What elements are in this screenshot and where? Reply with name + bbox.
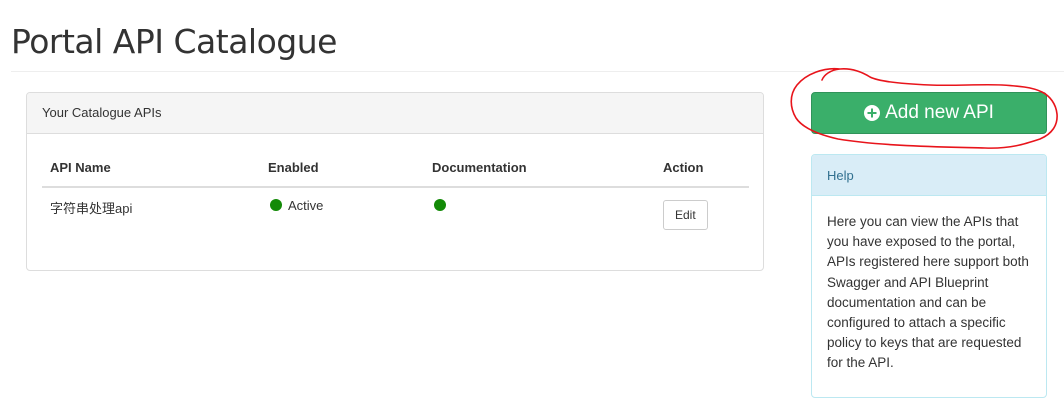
- column-header-enabled: Enabled: [260, 158, 424, 188]
- title-divider: [11, 71, 1064, 72]
- table-header-row: API Name Enabled Documentation Action: [42, 158, 749, 188]
- table-row: 字符串处理api Active Edit: [42, 187, 749, 240]
- edit-button[interactable]: Edit: [663, 200, 708, 230]
- add-new-api-button[interactable]: Add new API: [811, 92, 1047, 134]
- catalogue-panel: Your Catalogue APIs API Name Enabled Doc…: [26, 92, 764, 271]
- documentation-cell: [424, 187, 655, 240]
- help-panel-heading: Help: [812, 155, 1046, 196]
- plus-circle-icon: [864, 105, 881, 121]
- documentation-status-dot-icon: [434, 199, 446, 211]
- add-new-api-label: Add new API: [885, 102, 994, 123]
- help-panel: Help Here you can view the APIs that you…: [811, 154, 1047, 398]
- action-cell: Edit: [655, 187, 749, 240]
- status-dot-icon: [270, 199, 282, 211]
- help-text: Here you can view the APIs that you have…: [827, 214, 1029, 371]
- column-header-documentation: Documentation: [424, 158, 655, 188]
- enabled-cell: Active: [260, 187, 424, 240]
- page: Portal API Catalogue Your Catalogue APIs…: [0, 0, 1064, 406]
- api-name-cell: 字符串处理api: [50, 201, 133, 216]
- enabled-status: Active: [288, 198, 324, 213]
- api-table: API Name Enabled Documentation Action 字符…: [42, 158, 749, 240]
- catalogue-panel-heading: Your Catalogue APIs: [27, 93, 763, 134]
- page-title: Portal API Catalogue: [11, 22, 337, 61]
- column-header-api-name: API Name: [42, 158, 260, 188]
- column-header-action: Action: [655, 158, 749, 188]
